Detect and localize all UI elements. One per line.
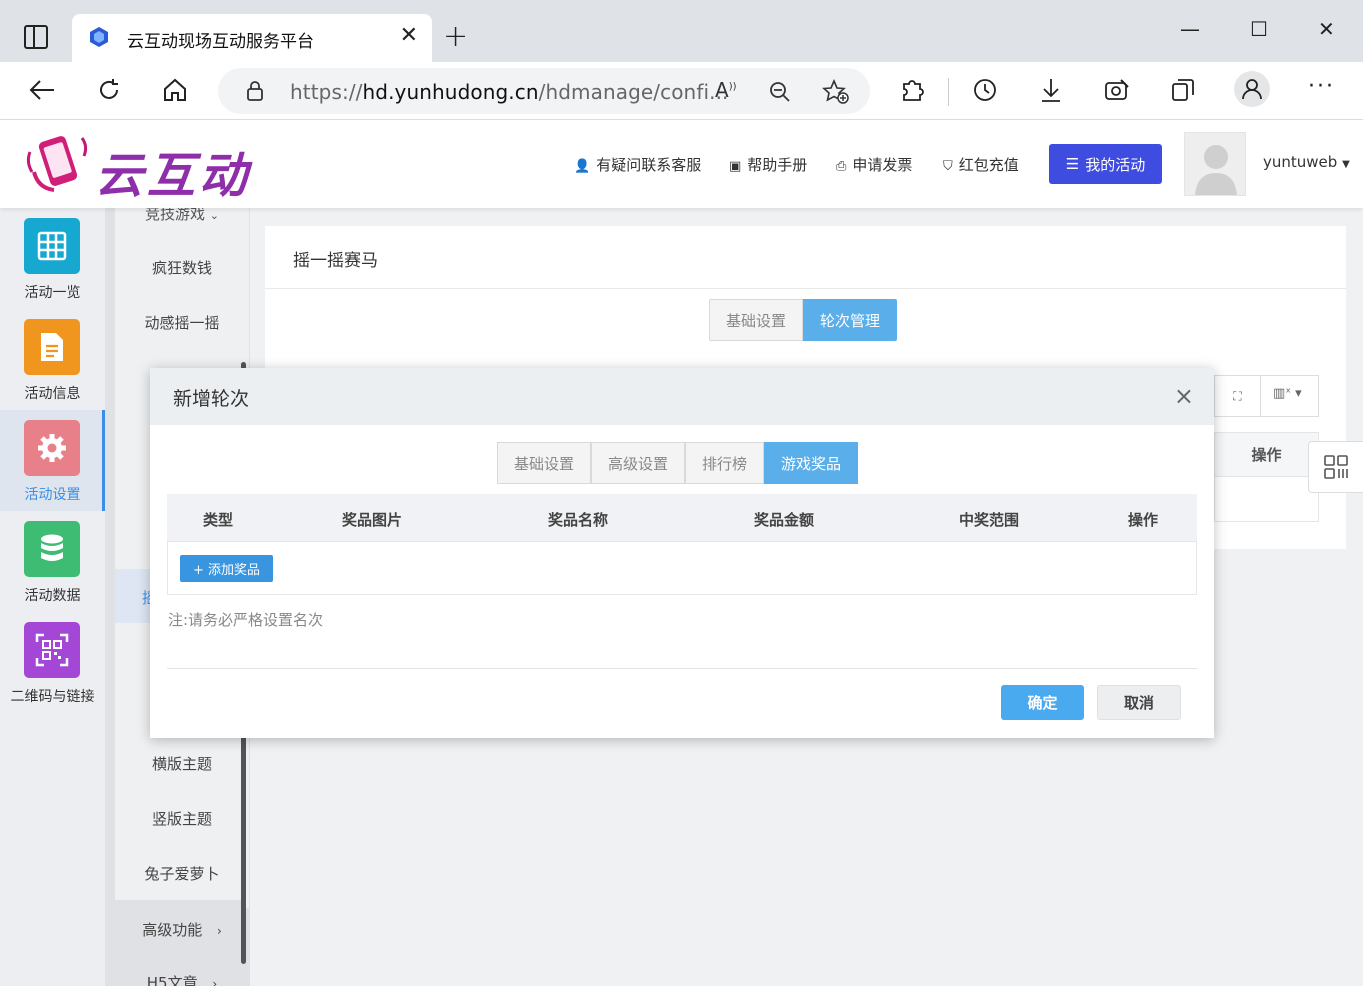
caret-down-icon: ▼	[1342, 159, 1350, 170]
collections-icon[interactable]	[1170, 76, 1196, 104]
back-icon[interactable]	[26, 74, 58, 106]
panel-tabs: 基础设置 轮次管理	[709, 299, 898, 341]
help-manual-link[interactable]: ▣ 帮助手册	[729, 154, 807, 175]
nav-qrcode-links[interactable]: 二维码与链接	[0, 612, 105, 713]
url-text[interactable]: https://hd.yunhudong.cn/hdmanage/confi..…	[290, 80, 729, 104]
subnav-crazy-money[interactable]: 疯狂数钱	[115, 257, 249, 278]
add-round-modal: 新增轮次 × 基础设置 高级设置 排行榜 游戏奖品 类型 奖品图片 奖品名称 奖…	[150, 368, 1214, 738]
fullscreen-icon[interactable]: ⛶	[1215, 376, 1261, 416]
table-operations-column: 操作	[1214, 432, 1319, 522]
tab-close-icon[interactable]: ✕	[400, 24, 418, 48]
address-bar[interactable]: https://hd.yunhudong.cn/hdmanage/confi..…	[218, 68, 870, 114]
col-prize-image: 奖品图片	[342, 511, 403, 529]
modal-close-icon[interactable]: ×	[1174, 382, 1194, 410]
maximize-icon[interactable]: ☐	[1250, 14, 1268, 44]
nav-activity-info[interactable]: 活动信息	[0, 309, 105, 410]
home-icon[interactable]	[159, 74, 191, 106]
zoom-out-icon[interactable]	[768, 80, 792, 104]
favorite-icon[interactable]	[822, 79, 850, 105]
modal-header: 新增轮次 ×	[150, 368, 1214, 425]
subnav-active-item[interactable]: 摇	[115, 569, 157, 623]
ranking-note: 注:请务必严格设置名次	[168, 611, 324, 629]
grid-icon	[24, 218, 80, 274]
chevron-down-icon: ⌄	[209, 209, 219, 222]
subnav-rabbit-carrot[interactable]: 兔子爱萝卜	[115, 863, 249, 884]
prize-table-body: + 添加奖品	[167, 542, 1197, 595]
printer-icon: ⎙	[836, 159, 847, 174]
my-activity-button[interactable]: ☰ 我的活动	[1049, 144, 1162, 184]
browser-tab[interactable]: 云互动现场互动服务平台 ✕	[72, 14, 432, 62]
book-icon: ▣	[729, 159, 742, 174]
col-win-range: 中奖范围	[959, 511, 1020, 529]
modal-tabs: 基础设置 高级设置 排行榜 游戏奖品	[497, 442, 859, 484]
profile-avatar-icon[interactable]	[1234, 71, 1270, 107]
cancel-button[interactable]: 取消	[1097, 685, 1181, 720]
columns-icon[interactable]: ▥ˣ ▾	[1273, 386, 1302, 401]
modal-title: 新增轮次	[173, 388, 250, 410]
site-favicon-icon	[90, 27, 108, 47]
apps-icon	[1324, 455, 1348, 479]
history-icon[interactable]	[971, 76, 999, 104]
document-icon	[24, 319, 80, 375]
subnav-h5-article[interactable]: H5文章 ›	[115, 972, 249, 986]
col-prize-amount: 奖品金额	[754, 511, 815, 529]
screenshot-icon[interactable]	[1103, 76, 1131, 104]
more-menu-icon[interactable]: ···	[1308, 74, 1335, 99]
browser-tab-bar: 云互动现场互动服务平台 ✕ + — ☐ ✕	[0, 0, 1363, 62]
qrcode-icon	[24, 622, 80, 678]
shield-check-icon: ⛉	[943, 159, 953, 174]
extensions-icon[interactable]	[899, 76, 925, 104]
subnav-shake[interactable]: 动感摇一摇	[115, 312, 249, 333]
left-nav: 活动一览 活动信息 活动设置 活动数据 二维码与链接	[0, 208, 105, 986]
col-prize-name: 奖品名称	[548, 511, 609, 529]
subnav-vertical-theme[interactable]: 竖版主题	[115, 808, 249, 829]
close-window-icon[interactable]: ✕	[1318, 14, 1335, 44]
tab-round-management[interactable]: 轮次管理	[803, 299, 898, 341]
subnav-advanced[interactable]: 高级功能 ›	[115, 919, 249, 940]
app-header: 云互动 👤 有疑问联系客服 ▣ 帮助手册 ⎙ 申请发票 ⛉ 红包充值 ☰ 我的活动 yun…	[0, 120, 1363, 208]
tab-actions-icon[interactable]	[24, 25, 48, 49]
modal-tab-game-prizes[interactable]: 游戏奖品	[764, 442, 859, 484]
chevron-right-icon: ›	[216, 924, 222, 938]
modal-tab-advanced[interactable]: 高级设置	[591, 442, 686, 484]
contact-support-link[interactable]: 👤 有疑问联系客服	[574, 154, 701, 175]
col-actions: 操作	[1128, 511, 1159, 529]
user-plus-icon: 👤	[574, 159, 591, 174]
gear-icon	[24, 420, 80, 476]
nav-activity-settings[interactable]: 活动设置	[0, 410, 105, 511]
apply-invoice-link[interactable]: ⎙ 申请发票	[836, 154, 912, 175]
user-avatar[interactable]	[1184, 132, 1246, 196]
logo-phone-icon	[26, 136, 88, 192]
modal-tab-basic[interactable]: 基础设置	[497, 442, 592, 484]
username-dropdown[interactable]: yuntuweb ▼	[1263, 153, 1350, 171]
downloads-icon[interactable]	[1038, 76, 1064, 104]
confirm-button[interactable]: 确定	[1001, 685, 1084, 720]
table-toolbar: ⛶ ▥ˣ ▾	[1214, 375, 1319, 417]
lock-icon[interactable]	[246, 80, 264, 102]
floating-qrcode-button[interactable]	[1308, 441, 1363, 493]
nav-activity-list[interactable]: 活动一览	[0, 208, 105, 309]
subnav-horizontal-theme[interactable]: 横版主题	[115, 753, 249, 774]
add-prize-button[interactable]: + 添加奖品	[180, 555, 273, 582]
read-aloud-icon[interactable]: A))	[715, 78, 737, 102]
browser-toolbar: https://hd.yunhudong.cn/hdmanage/confi..…	[0, 62, 1363, 120]
page-title: 摇一摇赛马	[293, 251, 378, 271]
minimize-icon[interactable]: —	[1180, 14, 1200, 44]
col-type: 类型	[203, 511, 234, 529]
chevron-right-icon: ›	[212, 977, 218, 986]
modal-tab-leaderboard[interactable]: 排行榜	[685, 442, 765, 484]
database-icon	[24, 521, 80, 577]
prize-table-header: 类型 奖品图片 奖品名称 奖品金额 中奖范围 操作	[167, 494, 1197, 542]
red-packet-recharge-link[interactable]: ⛉ 红包充值	[943, 154, 1019, 175]
refresh-icon[interactable]	[93, 74, 125, 106]
list-icon: ☰	[1065, 155, 1080, 173]
nav-activity-data[interactable]: 活动数据	[0, 511, 105, 612]
new-tab-icon[interactable]: +	[443, 20, 468, 54]
tab-basic-settings[interactable]: 基础设置	[709, 299, 804, 341]
tab-title: 云互动现场互动服务平台	[127, 32, 314, 52]
logo-text: 云互动	[95, 148, 252, 204]
